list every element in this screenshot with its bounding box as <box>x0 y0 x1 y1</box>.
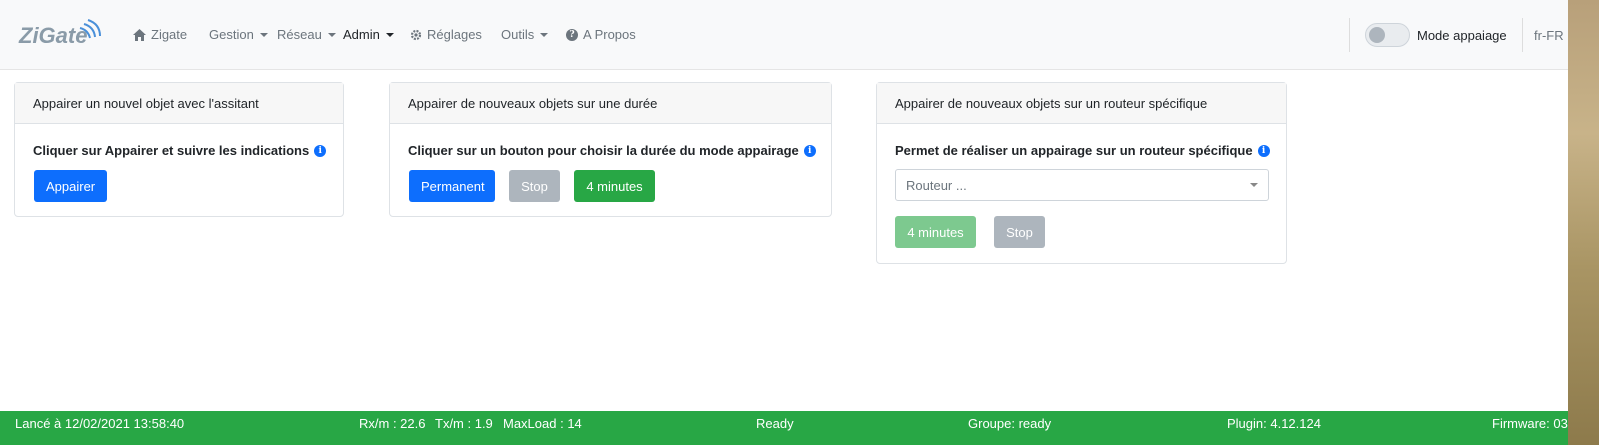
stop-button[interactable]: Stop <box>509 170 560 202</box>
nav-apropos[interactable]: ? A Propos <box>566 27 636 42</box>
chevron-down-icon <box>327 32 336 37</box>
router-stop-button[interactable]: Stop <box>994 216 1045 248</box>
status-bar: Lancé à 12/02/2021 13:58:40 Rx/m : 22.6 … <box>0 411 1582 445</box>
four-minutes-button[interactable]: 4 minutes <box>574 170 655 202</box>
router-four-minutes-button[interactable]: 4 minutes <box>895 216 976 248</box>
nav-reglages-label: Réglages <box>427 27 482 42</box>
zigate-logo[interactable]: ZiGate <box>18 16 104 50</box>
info-icon[interactable]: i <box>314 144 327 157</box>
gear-icon <box>410 29 422 40</box>
card-router-title: Permet de réaliser un appairage sur un r… <box>895 143 1270 158</box>
pairing-mode-toggle[interactable] <box>1365 23 1410 47</box>
desktop-background-edge <box>1568 0 1599 445</box>
toggle-knob <box>1369 27 1385 43</box>
chevron-down-icon <box>259 32 268 37</box>
card-duration: Appairer de nouveaux objets sur une duré… <box>389 82 832 217</box>
nav-outils-label: Outils <box>501 27 535 42</box>
status-rx: Rx/m : 22.6 <box>359 416 426 431</box>
card-duration-title-text: Cliquer sur un bouton pour choisir la du… <box>408 143 799 158</box>
card-router-header: Appairer de nouveaux objets sur un route… <box>877 83 1286 124</box>
card-assistant-title: Cliquer sur Appairer et suivre les indic… <box>33 143 327 158</box>
top-navbar: ZiGate Zigate Gestion Réseau Admin Régla… <box>0 0 1599 70</box>
nav-divider <box>1349 18 1350 52</box>
home-icon <box>133 28 146 41</box>
card-router: Appairer de nouveaux objets sur un route… <box>876 82 1287 264</box>
nav-reseau-label: Réseau <box>277 27 322 42</box>
status-started: Lancé à 12/02/2021 13:58:40 <box>15 416 185 431</box>
card-assistant-header: Appairer un nouvel objet avec l'assitant <box>15 83 343 124</box>
nav-reglages[interactable]: Réglages <box>410 27 482 42</box>
info-icon[interactable]: i <box>803 144 816 157</box>
status-state: Ready <box>756 416 794 431</box>
chevron-down-icon <box>1250 183 1258 187</box>
question-circle-icon: ? <box>566 28 578 41</box>
card-router-title-text: Permet de réaliser un appairage sur un r… <box>895 143 1253 158</box>
nav-admin-label: Admin <box>343 27 380 42</box>
nav-zigate[interactable]: Zigate <box>133 27 187 42</box>
status-plugin: Plugin: 4.12.124 <box>1227 416 1321 431</box>
card-assistant-title-text: Cliquer sur Appairer et suivre les indic… <box>33 143 310 158</box>
permanent-button[interactable]: Permanent <box>409 170 495 202</box>
nav-zigate-label: Zigate <box>151 27 188 42</box>
info-icon[interactable]: i <box>1257 144 1270 157</box>
nav-gestion-label: Gestion <box>209 27 254 42</box>
chevron-down-icon <box>540 32 549 37</box>
card-duration-title: Cliquer sur un bouton pour choisir la du… <box>408 143 816 158</box>
pairing-mode-label: Mode appaiage <box>1417 28 1507 43</box>
status-tx: Tx/m : 1.9 <box>435 416 493 431</box>
appairer-button[interactable]: Appairer <box>34 170 107 202</box>
router-select[interactable]: Routeur ... <box>895 169 1269 201</box>
router-select-placeholder: Routeur ... <box>906 178 967 193</box>
nav-divider <box>1522 18 1523 52</box>
nav-reseau[interactable]: Réseau <box>277 27 336 42</box>
card-duration-header: Appairer de nouveaux objets sur une duré… <box>390 83 831 124</box>
language-label: fr-FR <box>1534 28 1564 43</box>
status-group: Groupe: ready <box>968 416 1052 431</box>
nav-gestion[interactable]: Gestion <box>209 27 268 42</box>
nav-admin[interactable]: Admin <box>343 27 394 42</box>
nav-outils[interactable]: Outils <box>501 27 549 42</box>
status-maxload: MaxLoad : 14 <box>503 416 582 431</box>
nav-apropos-label: A Propos <box>583 27 636 42</box>
svg-text:ZiGate: ZiGate <box>18 23 87 48</box>
card-assistant: Appairer un nouvel objet avec l'assitant… <box>14 82 344 217</box>
chevron-down-icon <box>385 32 394 37</box>
